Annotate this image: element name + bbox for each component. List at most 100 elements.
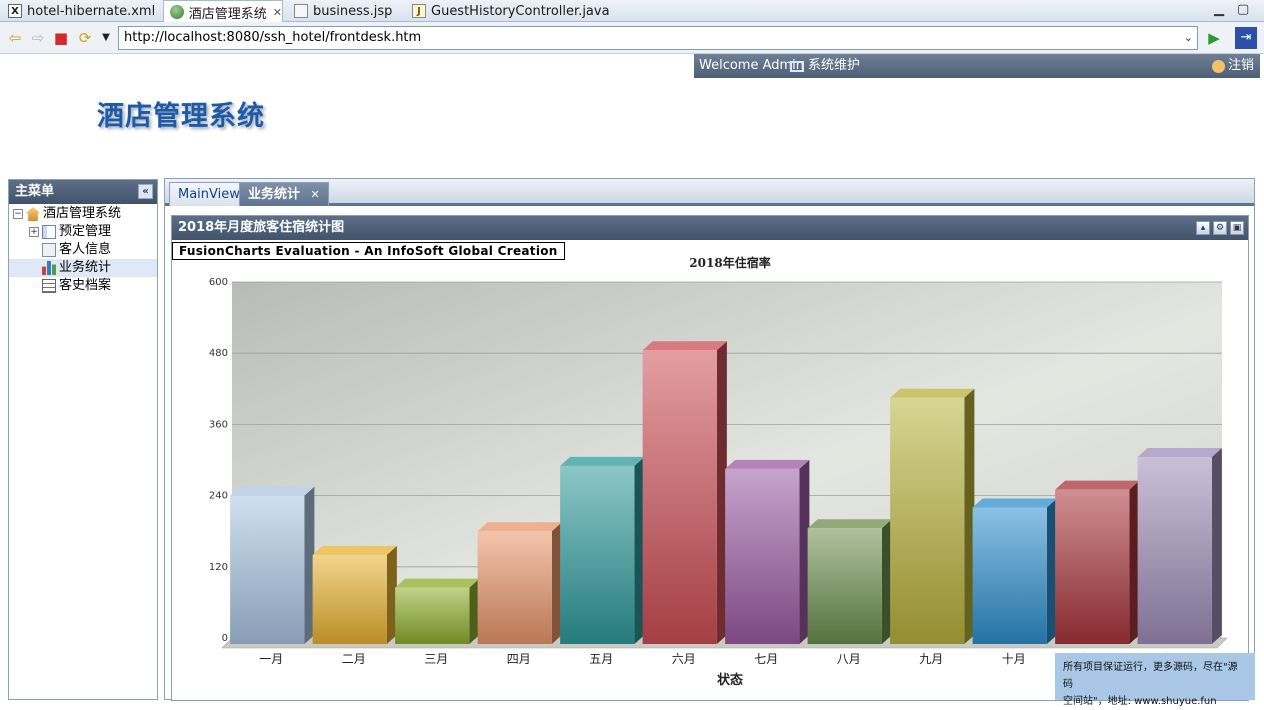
- x-tick-label: 二月: [342, 652, 366, 666]
- ide-tab-label: hotel-hibernate.xml: [27, 3, 156, 19]
- x-axis-label: 状态: [717, 672, 743, 688]
- y-tick-label: 120: [209, 562, 228, 573]
- chart-panel-header: 2018年月度旅客住宿统计图 ▴ ⚙ ▣: [172, 216, 1248, 240]
- bar-五月: [560, 465, 635, 644]
- card-icon: [42, 243, 56, 257]
- bar-side-十二月: [1211, 448, 1222, 644]
- bar-九月: [890, 397, 965, 644]
- app-title: 酒店管理系统: [97, 101, 265, 132]
- sidebar-title: 主菜单: [15, 184, 55, 199]
- dropdown-arrow-icon[interactable]: ▼: [97, 29, 115, 47]
- collapse-up-icon[interactable]: ▴: [1196, 221, 1210, 235]
- gear-icon[interactable]: ⚙: [1213, 221, 1227, 235]
- bar-十二月: [1137, 457, 1212, 644]
- sidebar-item-hotel-system[interactable]: − 酒店管理系统: [9, 205, 157, 223]
- bar-一月: [230, 495, 305, 644]
- chart-title: 2018年住宿率: [689, 255, 770, 270]
- y-tick-label: 600: [209, 277, 228, 288]
- sidebar-item-label: 客人信息: [59, 242, 112, 257]
- bar-top-四月: [477, 522, 562, 532]
- refresh-icon[interactable]: ⟳: [76, 29, 94, 47]
- sidebar-item-guest-info[interactable]: 客人信息: [9, 241, 157, 259]
- ide-tab-guest-history-controller[interactable]: J GuestHistoryController.java: [406, 0, 610, 22]
- logout-link[interactable]: 注销: [1211, 54, 1254, 78]
- bar-四月: [477, 531, 552, 644]
- x-tick-label: 四月: [507, 652, 531, 666]
- bar-top-七月: [725, 459, 810, 469]
- y-tick-label: 360: [209, 419, 228, 430]
- close-icon[interactable]: ✕: [273, 6, 282, 19]
- document-icon: [42, 279, 56, 293]
- watermark-line: 空间站"，地址: www.shuyue.fun: [1063, 696, 1217, 707]
- expand-tree-icon[interactable]: +: [29, 227, 39, 237]
- y-tick-label: 240: [209, 491, 228, 502]
- bar-三月: [395, 587, 470, 644]
- welcome-text: Welcome Admin: [699, 58, 805, 73]
- x-tick-label: 十月: [1002, 652, 1026, 666]
- tab-business-stats[interactable]: 业务统计 ✕: [239, 182, 329, 206]
- x-tick-label: 五月: [589, 652, 613, 666]
- go-icon[interactable]: ▶: [1205, 29, 1223, 47]
- xml-file-icon: X: [8, 4, 22, 18]
- bar-top-十二月: [1137, 448, 1222, 458]
- main-tab-strip: MainView 业务统计 ✕: [165, 179, 1254, 206]
- open-external-icon[interactable]: ⇥: [1235, 27, 1257, 49]
- sidebar-item-label: 客史档案: [59, 278, 112, 293]
- java-file-icon: J: [412, 4, 426, 18]
- panel-icon: [42, 225, 56, 239]
- ide-tab-label: business.jsp: [313, 3, 393, 19]
- url-input[interactable]: http://localhost:8080/ssh_hotel/frontdes…: [118, 26, 1198, 50]
- ide-tab-hotel-system[interactable]: 酒店管理系统 ✕: [163, 0, 283, 23]
- browser-toolbar: ⇦ ⇨ ■ ⟳ ▼ http://localhost:8080/ssh_hote…: [0, 22, 1264, 54]
- minimize-icon[interactable]: ▁: [1214, 2, 1224, 17]
- bar-二月: [312, 554, 387, 644]
- x-tick-label: 七月: [754, 652, 778, 666]
- bar-top-三月: [395, 578, 480, 588]
- back-arrow-icon[interactable]: ⇦: [6, 29, 24, 47]
- bar-top-二月: [312, 545, 397, 555]
- y-tick-label: 0: [222, 633, 228, 644]
- chevron-down-icon[interactable]: ⌄: [1184, 27, 1193, 49]
- ide-tab-bar: X hotel-hibernate.xml 酒店管理系统 ✕ business.…: [0, 0, 1264, 23]
- bar-top-十月: [972, 498, 1057, 508]
- jsp-file-icon: [294, 4, 308, 18]
- bar-七月: [725, 468, 800, 644]
- sidebar-item-label: 业务统计: [59, 260, 112, 275]
- ide-tab-business-jsp[interactable]: business.jsp: [288, 0, 392, 22]
- collapse-tree-icon[interactable]: −: [13, 209, 23, 219]
- maximize-icon[interactable]: ▢: [1237, 2, 1249, 17]
- stop-icon[interactable]: ■: [52, 29, 70, 47]
- system-maintenance-link[interactable]: 系统维护: [790, 54, 860, 78]
- x-tick-label: 一月: [259, 652, 283, 666]
- bar-十一月: [1055, 489, 1130, 644]
- user-icon: [1211, 59, 1225, 73]
- user-bar: Welcome Admin 系统维护 注销: [694, 54, 1260, 78]
- ide-tab-label: GuestHistoryController.java: [431, 3, 610, 19]
- plot-area: 0120240360480600一月二月三月四月五月六月七月八月九月十月十一月十…: [209, 277, 1228, 666]
- watermark-note: 所有项目保证运行，更多源码，尽在"源码 空间站"，地址: www.shuyue.…: [1055, 653, 1255, 707]
- sidebar-header: 主菜单 «: [9, 180, 157, 204]
- sidebar-item-label: 预定管理: [59, 224, 112, 239]
- sidebar-item-reservation[interactable]: + 预定管理: [9, 223, 157, 241]
- close-icon[interactable]: ✕: [311, 188, 320, 201]
- x-tick-label: 九月: [919, 652, 943, 666]
- tab-label: MainView: [178, 187, 240, 202]
- tab-label: 业务统计: [248, 187, 301, 202]
- url-text: http://localhost:8080/ssh_hotel/frontdes…: [124, 30, 422, 45]
- bar-top-十一月: [1055, 480, 1140, 490]
- collapse-icon[interactable]: «: [138, 184, 153, 199]
- sidebar-item-business-stats[interactable]: 业务统计: [9, 259, 157, 277]
- x-tick-label: 八月: [837, 652, 861, 666]
- forward-arrow-icon[interactable]: ⇨: [29, 29, 47, 47]
- x-tick-label: 三月: [424, 652, 448, 666]
- ide-tab-hotel-hibernate[interactable]: X hotel-hibernate.xml: [2, 0, 155, 22]
- sidebar-item-guest-history[interactable]: 客史档案: [9, 277, 157, 295]
- bar-top-九月: [890, 388, 975, 398]
- tab-mainview[interactable]: MainView: [169, 182, 249, 206]
- maximize-icon[interactable]: ▣: [1230, 221, 1244, 235]
- bar-八月: [807, 528, 882, 644]
- bar-chart-icon: [42, 261, 56, 275]
- chart-panel-title: 2018年月度旅客住宿统计图: [178, 220, 345, 235]
- sidebar: 主菜单 « − 酒店管理系统 + 预定管理 客人信息 业务统计 客史档案: [8, 179, 158, 700]
- bar-top-一月: [230, 486, 315, 496]
